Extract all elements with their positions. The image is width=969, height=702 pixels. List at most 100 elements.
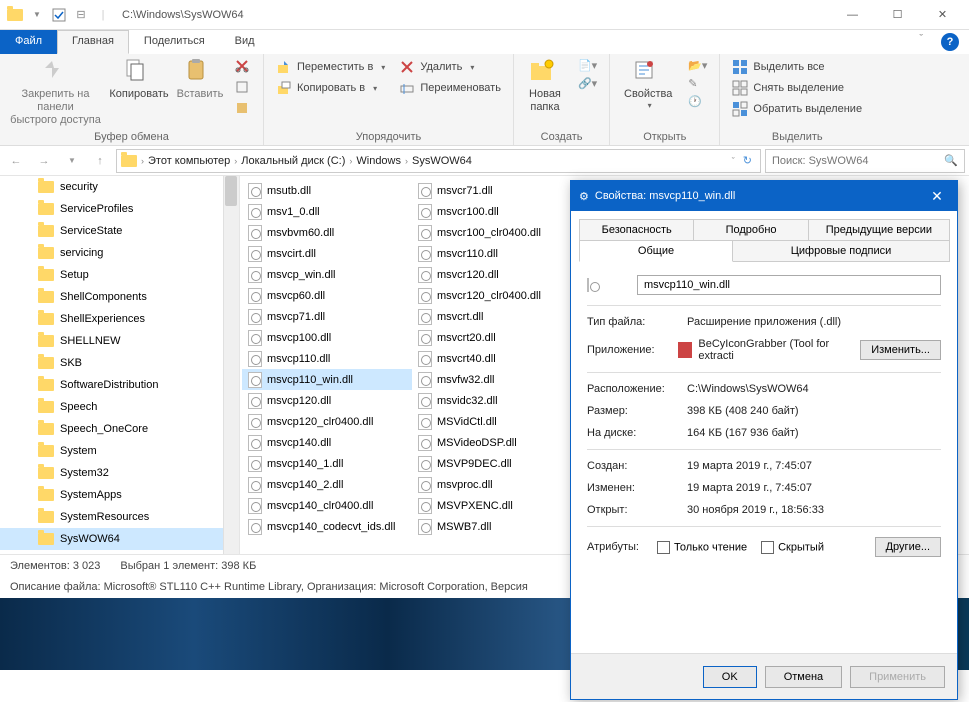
qa-down-icon[interactable]: ▼	[29, 7, 45, 23]
crumb-syswow64[interactable]: SysWOW64	[412, 155, 472, 167]
paste-button[interactable]: Вставить	[175, 58, 225, 101]
pin-small-icon[interactable]: ⊟	[73, 7, 89, 23]
tree-item[interactable]: ShellComponents	[0, 286, 239, 308]
filename-field[interactable]	[637, 275, 941, 295]
file-item[interactable]: msvcp140_clr0400.dll	[242, 495, 412, 516]
search-icon[interactable]: 🔍	[944, 154, 958, 167]
file-item[interactable]: msvcr71.dll	[412, 180, 582, 201]
other-attrs-button[interactable]: Другие...	[875, 537, 941, 557]
expand-ribbon-button[interactable]: ˇ	[911, 30, 931, 54]
edit-button[interactable]: ✎	[684, 76, 711, 91]
file-item[interactable]: msvcrt40.dll	[412, 348, 582, 369]
file-item[interactable]: MSVP9DEC.dll	[412, 453, 582, 474]
file-item[interactable]: MSVideoDSP.dll	[412, 432, 582, 453]
file-item[interactable]: MSWB7.dll	[412, 516, 582, 537]
readonly-checkbox[interactable]: Только чтение	[657, 541, 747, 554]
crumb-drive[interactable]: Локальный диск (C:)	[241, 155, 345, 167]
file-item[interactable]: msvcp140.dll	[242, 432, 412, 453]
search-input[interactable]	[772, 155, 944, 167]
tab-details[interactable]: Подробно	[693, 219, 808, 241]
open-button[interactable]: 📂▾	[684, 58, 711, 73]
dropdown-icon[interactable]: ˇ	[732, 156, 735, 166]
tab-share[interactable]: Поделиться	[129, 30, 220, 54]
crumb-pc[interactable]: Этот компьютер	[148, 155, 230, 167]
history-button[interactable]: 🕐	[684, 94, 711, 109]
tab-previous[interactable]: Предыдущие версии	[808, 219, 950, 241]
file-item[interactable]: msvcr120_clr0400.dll	[412, 285, 582, 306]
copy-path-button[interactable]	[231, 79, 255, 97]
file-item[interactable]: msvcp110.dll	[242, 348, 412, 369]
breadcrumb[interactable]: › Этот компьютер› Локальный диск (C:)› W…	[116, 149, 761, 173]
tab-signatures[interactable]: Цифровые подписи	[732, 240, 950, 262]
tree-item[interactable]: ServiceState	[0, 220, 239, 242]
minimize-button[interactable]: —	[830, 1, 875, 29]
maximize-button[interactable]: ☐	[875, 1, 920, 29]
tab-home[interactable]: Главная	[57, 30, 129, 54]
tree-item[interactable]: SoftwareDistribution	[0, 374, 239, 396]
select-none-button[interactable]: Снять выделение	[728, 79, 866, 97]
file-item[interactable]: msvfw32.dll	[412, 369, 582, 390]
tree-item[interactable]: Setup	[0, 264, 239, 286]
properties-button[interactable]: Свойства	[618, 58, 678, 111]
tree-item[interactable]: System	[0, 440, 239, 462]
paste-shortcut-button[interactable]	[231, 100, 255, 118]
tree-scrollbar[interactable]	[223, 176, 239, 554]
file-item[interactable]: msvcirt.dll	[242, 243, 412, 264]
tree-item[interactable]: System32	[0, 462, 239, 484]
file-item[interactable]: msvcp120.dll	[242, 390, 412, 411]
tree-item[interactable]: SHELLNEW	[0, 330, 239, 352]
file-item[interactable]: msvproc.dll	[412, 474, 582, 495]
tree-item[interactable]: Speech	[0, 396, 239, 418]
properties-titlebar[interactable]: ⚙ Свойства: msvcp110_win.dll ✕	[571, 181, 957, 211]
file-item[interactable]: msvcrt20.dll	[412, 327, 582, 348]
invert-selection-button[interactable]: Обратить выделение	[728, 100, 866, 118]
file-item[interactable]: msvcp140_2.dll	[242, 474, 412, 495]
file-item[interactable]: msvcr110.dll	[412, 243, 582, 264]
file-item[interactable]: msutb.dll	[242, 180, 412, 201]
cancel-button[interactable]: Отмена	[765, 666, 842, 688]
file-item[interactable]: MSVidCtl.dll	[412, 411, 582, 432]
file-item[interactable]: msvcr120.dll	[412, 264, 582, 285]
file-item[interactable]: msvbvm60.dll	[242, 222, 412, 243]
file-item[interactable]: msvcp100.dll	[242, 327, 412, 348]
check-icon[interactable]	[51, 7, 67, 23]
tree-item[interactable]: ShellExperiences	[0, 308, 239, 330]
tab-security[interactable]: Безопасность	[579, 219, 694, 241]
file-item[interactable]: msvcrt.dll	[412, 306, 582, 327]
new-item-button[interactable]: 📄▾	[574, 58, 601, 73]
copy-button[interactable]: Копировать	[109, 58, 169, 101]
file-item[interactable]: msvcp140_1.dll	[242, 453, 412, 474]
file-item[interactable]: msv1_0.dll	[242, 201, 412, 222]
file-item[interactable]: msvcp140_codecvt_ids.dll	[242, 516, 412, 537]
ok-button[interactable]: OK	[703, 666, 757, 688]
file-item[interactable]: msvcp120_clr0400.dll	[242, 411, 412, 432]
crumb-windows[interactable]: Windows	[356, 155, 401, 167]
tree-item[interactable]: servicing	[0, 242, 239, 264]
file-item[interactable]: msvcr100.dll	[412, 201, 582, 222]
file-item[interactable]: msvcp60.dll	[242, 285, 412, 306]
close-button[interactable]: ✕	[920, 1, 965, 29]
recent-button[interactable]: ▼	[60, 149, 84, 173]
tree-item[interactable]: ServiceProfiles	[0, 198, 239, 220]
file-item[interactable]: msvcp71.dll	[242, 306, 412, 327]
hidden-checkbox[interactable]: Скрытый	[761, 541, 824, 554]
tree-item[interactable]: security	[0, 176, 239, 198]
select-all-button[interactable]: Выделить все	[728, 58, 866, 76]
tree-item[interactable]: SystemResources	[0, 506, 239, 528]
file-item[interactable]: msvcr100_clr0400.dll	[412, 222, 582, 243]
search-box[interactable]: 🔍	[765, 149, 965, 173]
file-item[interactable]: msvidc32.dll	[412, 390, 582, 411]
up-button[interactable]: ↑	[88, 149, 112, 173]
delete-button[interactable]: Удалить	[395, 58, 505, 76]
copy-to-button[interactable]: Копировать в	[272, 79, 389, 97]
apply-button[interactable]: Применить	[850, 666, 945, 688]
tab-file[interactable]: Файл	[0, 30, 57, 54]
file-item[interactable]: MSVPXENC.dll	[412, 495, 582, 516]
change-app-button[interactable]: Изменить...	[860, 340, 941, 360]
new-folder-button[interactable]: Новая папка	[522, 58, 568, 114]
tree-item[interactable]: SysWOW64	[0, 528, 239, 550]
move-to-button[interactable]: Переместить в	[272, 58, 389, 76]
file-item[interactable]: msvcp_win.dll	[242, 264, 412, 285]
cut-button[interactable]	[231, 58, 255, 76]
forward-button[interactable]: →	[32, 149, 56, 173]
